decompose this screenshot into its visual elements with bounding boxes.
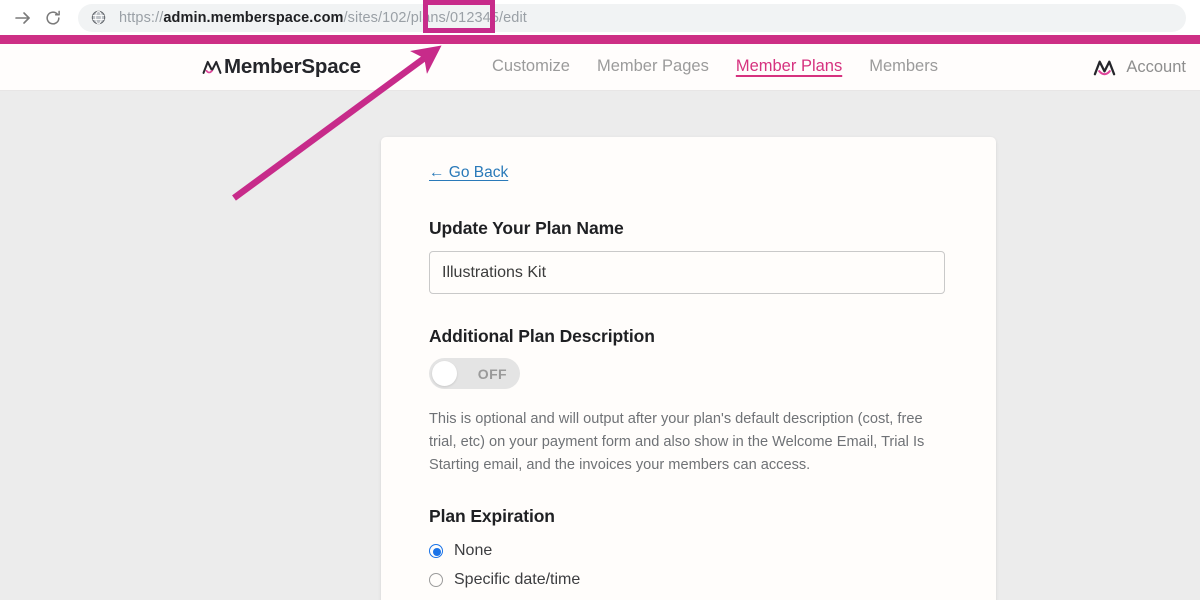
plan-name-heading: Update Your Plan Name — [429, 218, 624, 238]
nav-item-member-plans[interactable]: Member Plans — [736, 57, 842, 78]
nav-item-members[interactable]: Members — [869, 57, 938, 78]
additional-description-heading: Additional Plan Description — [429, 326, 655, 346]
app-header: MemberSpace Customize Member Pages Membe… — [0, 44, 1200, 91]
additional-description-toggle[interactable]: OFF — [429, 358, 520, 389]
plan-edit-card: ← Go Back Update Your Plan Name Addition… — [381, 137, 996, 600]
url-text: https://admin.memberspace.com/sites/102/… — [119, 10, 527, 26]
browser-chrome: https://admin.memberspace.com/sites/102/… — [0, 0, 1200, 35]
plan-name-input[interactable] — [429, 251, 945, 294]
plan-expiration-radio-group: None Specific date/time Time period — [429, 536, 948, 600]
url-scheme: https:// — [119, 9, 164, 26]
url-host: admin.memberspace.com — [163, 9, 344, 26]
page-body: ← Go Back Update Your Plan Name Addition… — [0, 92, 1200, 600]
additional-description-toggle-row: OFF — [429, 358, 948, 391]
additional-description-help-text: This is optional and will output after y… — [429, 411, 925, 473]
account-label: Account — [1126, 57, 1186, 76]
radio-option-none[interactable]: None — [429, 536, 948, 565]
url-bar[interactable]: https://admin.memberspace.com/sites/102/… — [78, 3, 1186, 32]
radio-button-none[interactable] — [429, 543, 443, 558]
account-menu[interactable]: Account — [1092, 55, 1186, 80]
go-back-link[interactable]: ← Go Back — [429, 164, 508, 182]
radio-option-specific-datetime[interactable]: Specific date/time — [429, 565, 948, 594]
url-path-before: /sites/102/plans — [343, 9, 446, 26]
reload-icon[interactable] — [38, 3, 68, 33]
forward-arrow-icon[interactable] — [8, 3, 38, 33]
nav-item-customize[interactable]: Customize — [492, 57, 570, 78]
plan-expiration-heading: Plan Expiration — [429, 506, 555, 526]
memberspace-m-icon — [1094, 60, 1116, 75]
pink-divider-rule — [0, 35, 1200, 44]
nav-item-member-pages[interactable]: Member Pages — [597, 57, 709, 78]
radio-label-specific-datetime: Specific date/time — [454, 570, 581, 588]
globe-icon — [90, 9, 107, 26]
radio-option-time-period[interactable]: Time period — [429, 594, 948, 600]
toggle-state-label: OFF — [477, 365, 507, 382]
toggle-knob — [432, 361, 457, 386]
url-path-after: /edit — [499, 9, 527, 26]
url-path-highlighted: /012345 — [445, 9, 500, 26]
logo-wordmark: MemberSpace — [224, 55, 361, 78]
radio-label-none: None — [454, 541, 493, 559]
memberspace-logo[interactable]: MemberSpace — [201, 55, 361, 79]
main-nav: Customize Member Pages Member Plans Memb… — [492, 57, 938, 78]
memberspace-m-icon — [202, 60, 222, 74]
radio-button-specific-datetime[interactable] — [429, 572, 443, 587]
